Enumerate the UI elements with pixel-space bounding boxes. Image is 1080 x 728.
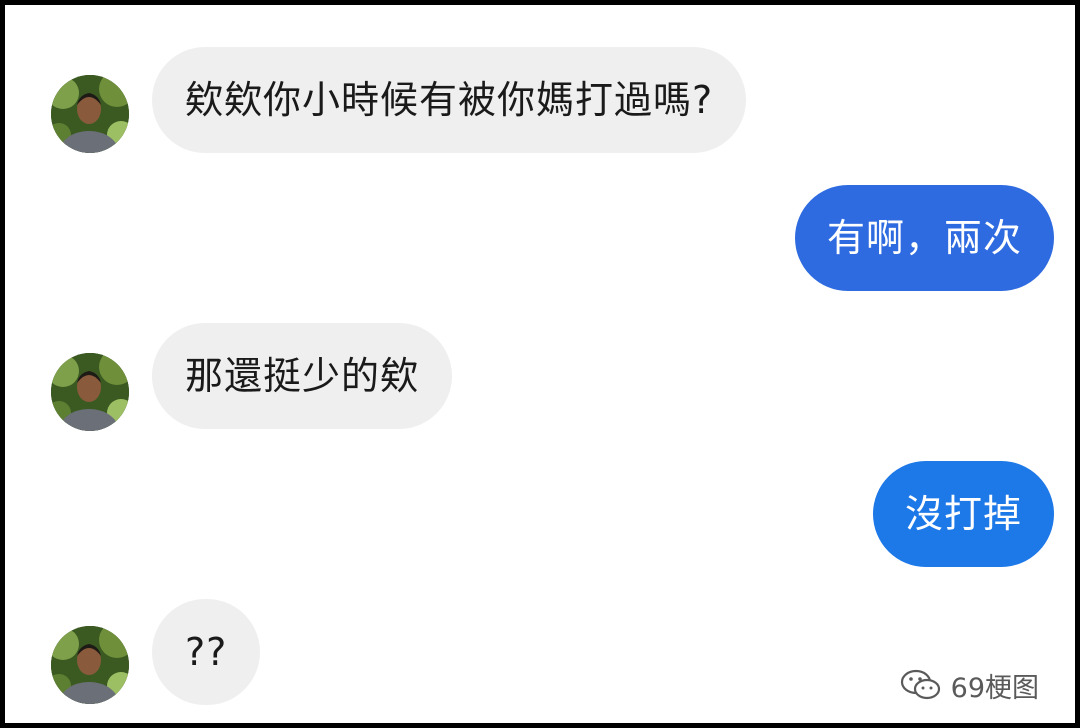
watermark-label: 69梗图: [950, 672, 1039, 704]
message-text: 有啊，兩次: [826, 216, 1022, 260]
message-bubble-outgoing[interactable]: 沒打掉: [872, 461, 1054, 567]
message-text: 那還挺少的欸: [185, 354, 420, 398]
user-avatar-icon: [51, 353, 129, 431]
message-bubble-incoming[interactable]: ??: [152, 599, 261, 705]
avatar[interactable]: [51, 353, 129, 431]
avatar[interactable]: [51, 75, 129, 153]
avatar[interactable]: [51, 626, 129, 704]
message-text: 欸欸你小時候有被你媽打過嗎?: [185, 78, 714, 122]
wechat-icon: [900, 669, 940, 700]
message-text: 沒打掉: [904, 492, 1022, 536]
user-avatar-icon: [51, 626, 129, 704]
message-text: ??: [185, 630, 228, 674]
chat-screenshot: 欸欸你小時候有被你媽打過嗎? 有啊，兩次 那還挺少的欸 沒打掉 ?? 69梗图: [0, 0, 1080, 728]
message-bubble-incoming[interactable]: 欸欸你小時候有被你媽打過嗎?: [152, 47, 747, 153]
user-avatar-icon: [51, 75, 129, 153]
watermark: 69梗图: [899, 665, 1039, 705]
message-bubble-incoming[interactable]: 那還挺少的欸: [152, 323, 453, 429]
message-bubble-outgoing[interactable]: 有啊，兩次: [794, 185, 1054, 291]
